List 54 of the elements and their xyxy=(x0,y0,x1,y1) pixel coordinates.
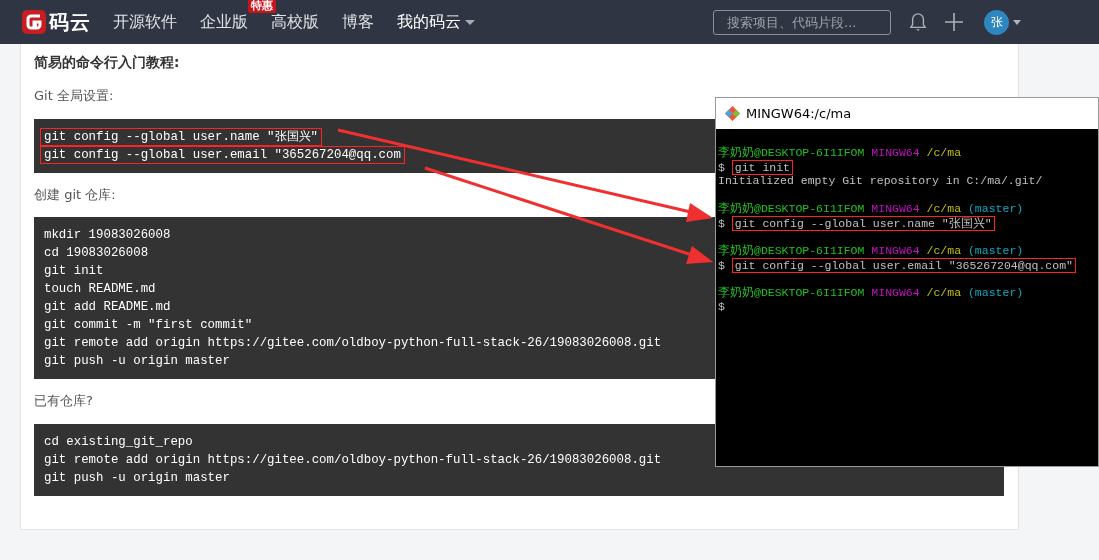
prompt-branch: (master) xyxy=(967,286,1024,299)
prompt-shell: MINGW64 xyxy=(871,146,920,159)
window-title: MINGW64:/c/ma xyxy=(746,104,852,123)
plus-icon[interactable] xyxy=(945,13,963,31)
code-line: cd 19083026008 xyxy=(44,246,149,261)
prompt-shell: MINGW64 xyxy=(871,202,920,215)
prompt-path: /c/ma xyxy=(926,286,962,299)
bell-icon[interactable] xyxy=(909,12,927,32)
section-label: 创建 git 仓库: xyxy=(34,185,116,204)
nav-link[interactable]: 开源软件 xyxy=(113,12,177,31)
section-heading: 简易的命令行入门教程: xyxy=(34,53,180,72)
prompt-user: 李奶奶@DESKTOP-6I1IFOM xyxy=(718,146,865,159)
prompt-path: /c/ma xyxy=(926,244,962,257)
prompt-branch: (master) xyxy=(967,202,1024,215)
code-line: git remote add origin https://gitee.com/oldboy-python-full-stack-26/19083026008.git xyxy=(44,336,662,351)
diamond-icon xyxy=(725,106,740,121)
section-label: Git 全局设置: xyxy=(34,87,114,106)
prompt-user: 李奶奶@DESKTOP-6I1IFOM xyxy=(718,202,865,215)
prompt-user: 李奶奶@DESKTOP-6I1IFOM xyxy=(718,286,865,299)
prompt-shell: MINGW64 xyxy=(871,244,920,257)
code-line: git push -u origin master xyxy=(44,470,230,485)
prompt-path: /c/ma xyxy=(926,146,962,159)
prompt-symbol: $ xyxy=(718,300,725,313)
terminal-command: git config --global user.name "张国兴" xyxy=(731,216,995,231)
nav-link[interactable]: 企业版 xyxy=(200,12,248,31)
prompt-user: 李奶奶@DESKTOP-6I1IFOM xyxy=(718,244,865,257)
terminal-command: git config --global user.email "365267204@qq.com" xyxy=(731,258,1076,273)
prompt-symbol: $ xyxy=(718,259,725,272)
prompt-path: /c/ma xyxy=(926,202,962,215)
code-line: git commit -m "first commit" xyxy=(44,318,253,333)
prompt-shell: MINGW64 xyxy=(871,286,920,299)
code-line: touch README.md xyxy=(44,282,156,297)
code-line: git push -u origin master xyxy=(44,354,230,369)
code-line: git remote add origin https://gitee.com/oldboy-python-full-stack-26/19083026008.git xyxy=(44,452,662,467)
nav-link[interactable]: 高校版 xyxy=(271,12,319,31)
terminal-command: git init xyxy=(731,160,794,175)
caret-icon xyxy=(465,20,475,25)
section-label: 已有仓库? xyxy=(34,392,93,411)
nav-link[interactable]: 我的码云 xyxy=(397,12,475,31)
code-line: cd existing_git_repo xyxy=(44,434,193,449)
prompt-symbol: $ xyxy=(718,161,725,174)
code-line: git init xyxy=(44,264,104,279)
terminal-output: Initialized empty Git repository in C:/ma/.git/ xyxy=(718,174,1043,187)
promo-badge: 特惠 xyxy=(248,0,276,13)
code-line: mkdir 19083026008 xyxy=(44,228,171,243)
caret-icon[interactable] xyxy=(1013,19,1021,25)
prompt-symbol: $ xyxy=(718,217,725,230)
prompt-branch: (master) xyxy=(967,244,1024,257)
logo-icon[interactable] xyxy=(22,10,46,34)
avatar[interactable]: 张 xyxy=(984,9,1009,35)
nav-link[interactable]: 博客 xyxy=(342,12,374,31)
code-line: git add README.md xyxy=(44,300,171,315)
search-field[interactable]: 搜索项目、代码片段... xyxy=(713,9,891,35)
logo-text[interactable]: 码云 xyxy=(49,7,91,37)
